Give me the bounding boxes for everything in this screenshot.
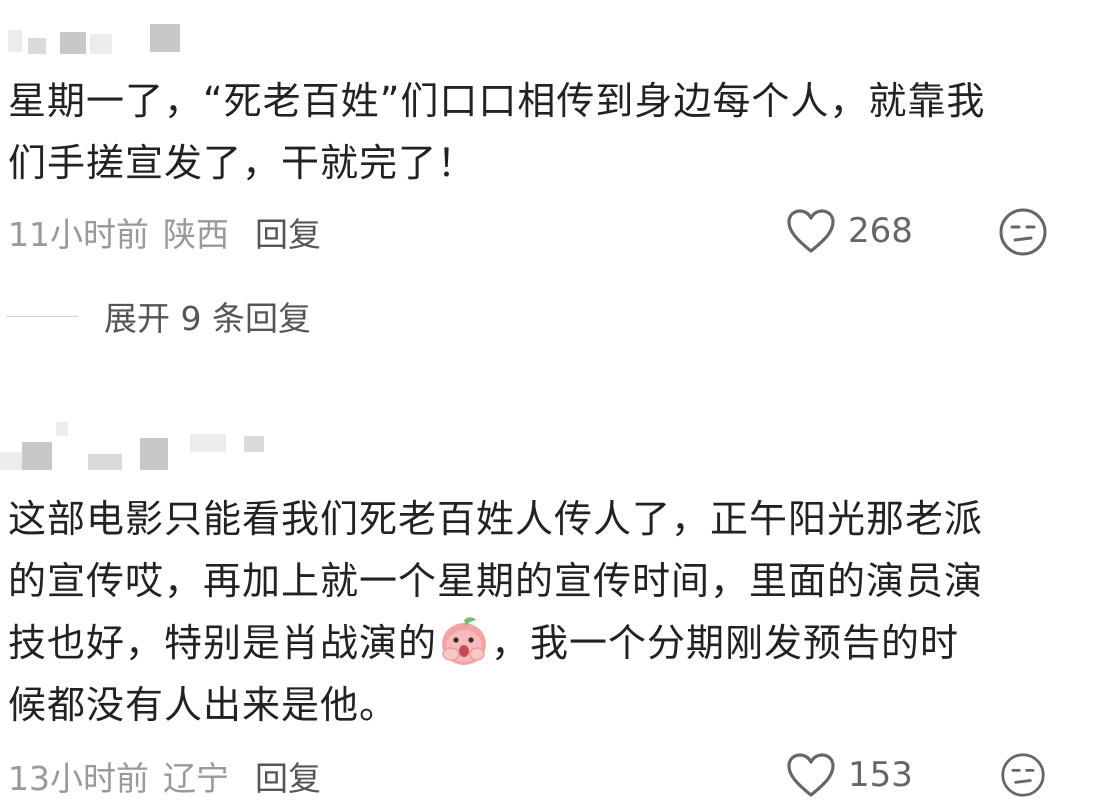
username-blurred[interactable] (8, 18, 183, 56)
comment-meta: 13小时前 辽宁 回复 (8, 752, 335, 800)
comment-time: 11小时前 (8, 215, 149, 254)
comment-line-segment: 技也好，特别是肖战演的 (8, 621, 438, 665)
heart-outline-icon (787, 209, 835, 253)
comment-location: 辽宁 (163, 759, 229, 798)
like-button[interactable]: 153 (786, 752, 913, 798)
comment-line: 候都没有人出来是他。 (8, 683, 399, 727)
reply-button[interactable]: 回复 (255, 759, 321, 798)
neutral-face-icon[interactable] (998, 752, 1048, 798)
like-button[interactable]: 268 (786, 208, 913, 254)
username-blurred[interactable] (0, 420, 270, 472)
expand-replies[interactable]: 展开 9 条回复 (6, 292, 311, 340)
comment-location: 陕西 (163, 215, 229, 254)
comment-text: 星期一了，“死老百姓”们口口相传到身边每个人，就靠我 们手搓宣发了，干就完了！ (8, 70, 1068, 194)
comment-line: 技也好，特别是肖战演的 ，我一个分期刚发预告的时 (8, 612, 1068, 674)
comment-line: 这部电影只能看我们死老百姓人传人了，正午阳光那老派 (8, 497, 984, 541)
comment-line: 星期一了，“死老百姓”们口口相传到身边每个人，就靠我 (8, 79, 986, 123)
like-count: 153 (848, 755, 913, 795)
reply-button[interactable]: 回复 (255, 215, 321, 254)
comment-line: 们手搓宣发了，干就完了！ (8, 141, 477, 185)
comment-time: 13小时前 (8, 759, 149, 798)
pink-peach-emoji (442, 617, 487, 665)
neutral-face-icon[interactable] (998, 207, 1048, 257)
comment-line: 的宣传哎，再加上就一个星期的宣传时间，里面的演员演 (8, 559, 984, 603)
divider-line (6, 315, 78, 317)
comment-text: 这部电影只能看我们死老百姓人传人了，正午阳光那老派 的宣传哎，再加上就一个星期的… (8, 488, 1068, 736)
heart-outline-icon (787, 753, 835, 797)
comment-meta: 11小时前 陕西 回复 (8, 208, 335, 256)
like-count: 268 (848, 211, 913, 251)
expand-replies-label: 展开 9 条回复 (104, 299, 311, 338)
comment-line-segment: ，我一个分期刚发预告的时 (491, 621, 960, 665)
